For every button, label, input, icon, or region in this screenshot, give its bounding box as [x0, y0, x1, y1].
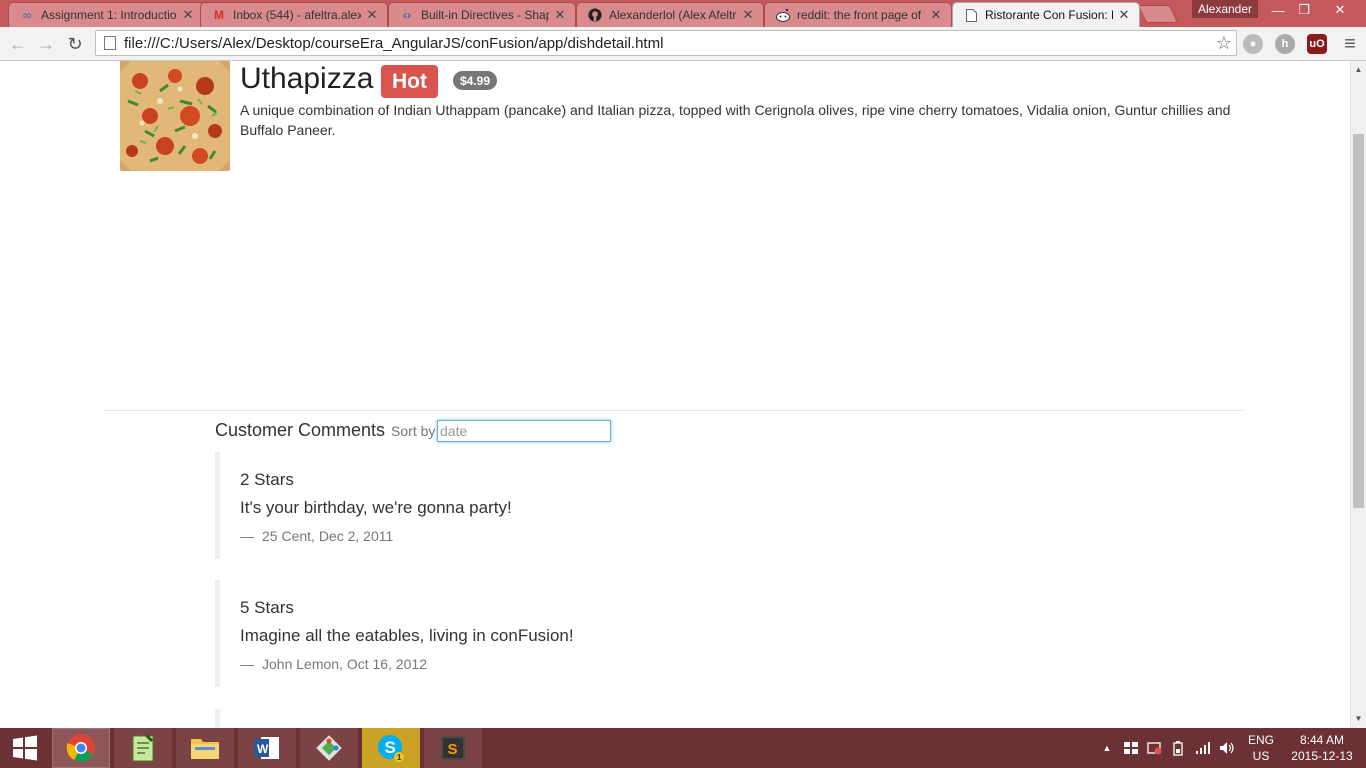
- h-extension-icon[interactable]: h: [1275, 34, 1295, 54]
- scroll-down-icon[interactable]: ▼: [1351, 712, 1366, 726]
- gmail-icon: M: [214, 8, 224, 22]
- comment-item: 2 Stars It's your birthday, we're gonna …: [215, 452, 815, 559]
- comment-text: It's your birthday, we're gonna party!: [240, 498, 512, 517]
- lang-line1: ENG: [1247, 733, 1274, 747]
- taskbar: W S1 S ▲ ENG US 8:44 AM 2015-12-13: [0, 728, 1366, 768]
- tab-title: Alexanderlol (Alex Afeltra: [609, 8, 737, 22]
- tray-expand-icon[interactable]: ▲: [1100, 728, 1114, 768]
- vertical-scrollbar[interactable]: ▲ ▼: [1350, 61, 1366, 728]
- reload-icon[interactable]: ↻: [63, 32, 87, 56]
- profile-button[interactable]: Alexander: [1192, 0, 1258, 18]
- price-badge: $4.99: [453, 71, 498, 90]
- dish-description: A unique combination of Indian Uthappam …: [240, 102, 1231, 138]
- tab-title: reddit: the front page of t: [797, 8, 925, 22]
- page-icon: [963, 7, 979, 23]
- github-icon: [587, 7, 603, 23]
- bookmark-star-icon[interactable]: ☆: [1212, 33, 1236, 54]
- skype-icon[interactable]: S1: [362, 728, 420, 768]
- tray-windows-icon[interactable]: [1122, 728, 1140, 768]
- scroll-up-icon[interactable]: ▲: [1351, 63, 1366, 77]
- tab-title: Inbox (544) - afeltra.alex@: [233, 8, 361, 22]
- comment-author-date: John Lemon, Oct 16, 2012: [262, 656, 427, 672]
- dish-image: [120, 61, 230, 171]
- comments-header: Customer Comments Sort by: [215, 420, 435, 441]
- page-content: Uthapizza Hot $4.99 A unique combination…: [0, 61, 1350, 728]
- comment-dash: —: [240, 656, 254, 672]
- close-icon[interactable]: ✕: [741, 7, 755, 23]
- url-text: file:///C:/Users/Alex/Desktop/courseEra_…: [124, 34, 664, 52]
- divider: [104, 410, 1244, 411]
- comment-item-partial: [215, 709, 815, 728]
- comment-rating: 2 Stars: [240, 470, 294, 489]
- file-explorer-icon[interactable]: [176, 728, 234, 768]
- close-icon[interactable]: ✕: [929, 7, 943, 23]
- sort-label: Sort by: [391, 423, 436, 439]
- close-icon[interactable]: ✕: [181, 7, 195, 23]
- scrollbar-thumb[interactable]: [1353, 134, 1364, 508]
- skype-badge: 1: [397, 753, 402, 762]
- back-arrow-icon[interactable]: ←: [6, 32, 30, 56]
- infinity-icon: ∞: [22, 8, 32, 22]
- tab-strip: ∞ Assignment 1: Introductio ✕ M Inbox (5…: [0, 0, 1366, 27]
- windows-start-icon[interactable]: [0, 728, 50, 768]
- comment-dash: —: [240, 528, 254, 544]
- chrome-icon[interactable]: [52, 728, 110, 768]
- comment-text: Imagine all the eatables, living in conF…: [240, 626, 574, 645]
- extension-icon[interactable]: ●: [1243, 34, 1263, 54]
- comment-footer: — John Lemon, Oct 16, 2012: [240, 656, 815, 672]
- tab-directives[interactable]: ‹› Built-in Directives - Shap ✕: [388, 2, 576, 27]
- clock-date: 2015-12-13: [1291, 749, 1353, 763]
- tab-reddit[interactable]: reddit: the front page of t ✕: [764, 2, 952, 27]
- hot-label: Hot: [381, 65, 438, 98]
- system-clock[interactable]: 8:44 AM 2015-12-13: [1282, 732, 1362, 764]
- word-icon[interactable]: W: [238, 728, 296, 768]
- comments-title: Customer Comments: [215, 420, 386, 440]
- lang-line2: US: [1252, 749, 1270, 763]
- page-icon: [104, 36, 116, 50]
- browser-toolbar: ← → ↻ file:///C:/Users/Alex/Desktop/cour…: [0, 27, 1366, 61]
- minimize-icon[interactable]: —: [1266, 0, 1290, 20]
- ublock-icon[interactable]: uO: [1307, 34, 1327, 54]
- tray-signal-icon[interactable]: [1194, 728, 1212, 768]
- new-tab-button[interactable]: [1137, 5, 1179, 23]
- svg-text:W: W: [257, 742, 269, 756]
- comment-footer: — 25 Cent, Dec 2, 2011: [240, 528, 815, 544]
- forward-arrow-icon[interactable]: →: [34, 32, 58, 56]
- language-indicator[interactable]: ENG US: [1244, 732, 1278, 764]
- tray-battery-icon[interactable]: [1170, 728, 1188, 768]
- tray-volume-icon[interactable]: [1218, 728, 1236, 768]
- svg-text:S: S: [385, 738, 396, 757]
- dish-name: Uthapizza: [240, 62, 374, 95]
- svg-text:S: S: [448, 741, 458, 758]
- menu-icon[interactable]: ≡: [1338, 32, 1362, 56]
- clock-time: 8:44 AM: [1299, 733, 1345, 747]
- comment-rating: 5 Stars: [240, 598, 294, 617]
- tab-title: Ristorante Con Fusion: M: [985, 8, 1113, 22]
- tab-assignment[interactable]: ∞ Assignment 1: Introductio ✕: [8, 2, 204, 27]
- comment-author-date: 25 Cent, Dec 2, 2011: [262, 528, 394, 544]
- tab-ristorante[interactable]: Ristorante Con Fusion: M ✕: [952, 2, 1140, 27]
- code-icon: ‹›: [403, 8, 411, 22]
- tab-title: Assignment 1: Introductio: [41, 8, 177, 22]
- sublime-text-icon[interactable]: S: [424, 728, 482, 768]
- tray-network-security-icon[interactable]: [1146, 728, 1164, 768]
- address-bar[interactable]: file:///C:/Users/Alex/Desktop/courseEra_…: [95, 30, 1237, 56]
- sort-input[interactable]: [437, 420, 611, 442]
- window-close-icon[interactable]: ✕: [1320, 0, 1360, 20]
- tab-inbox[interactable]: M Inbox (544) - afeltra.alex@ ✕: [200, 2, 388, 27]
- tab-github[interactable]: Alexanderlol (Alex Afeltra ✕: [576, 2, 764, 27]
- reddit-icon: [775, 7, 791, 23]
- tab-title: Built-in Directives - Shap: [421, 8, 549, 22]
- close-icon[interactable]: ✕: [553, 7, 567, 23]
- notepad-plus-icon[interactable]: [114, 728, 172, 768]
- restore-icon[interactable]: ❐: [1292, 0, 1316, 20]
- comment-item: 5 Stars Imagine all the eatables, living…: [215, 580, 815, 687]
- git-icon[interactable]: [300, 728, 358, 768]
- close-icon[interactable]: ✕: [365, 7, 379, 23]
- close-icon[interactable]: ✕: [1117, 7, 1131, 23]
